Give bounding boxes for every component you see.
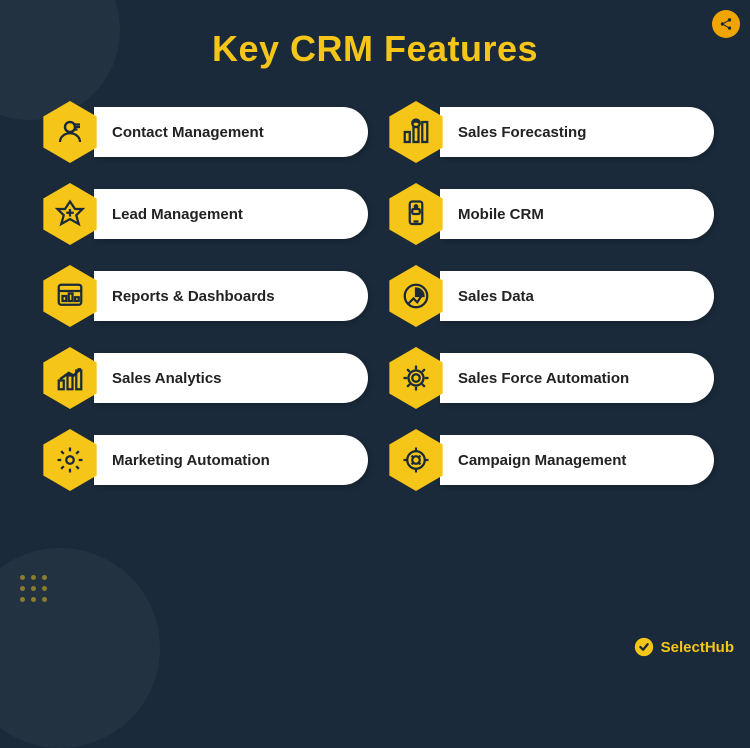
- feature-item-reports-dashboards: Reports & Dashboards: [36, 262, 368, 330]
- feature-item-sales-force-automation: Sales Force Automation: [382, 344, 714, 412]
- mobile-crm-label: Mobile CRM: [458, 206, 544, 223]
- brand-footer: SelectHub: [633, 636, 734, 658]
- reports-dashboards-icon: [36, 262, 104, 330]
- feature-item-contact-management: Contact Management: [36, 98, 368, 166]
- page-title: Key CRM Features: [0, 28, 750, 70]
- sales-forecasting-icon: [382, 98, 450, 166]
- sales-analytics-label: Sales Analytics: [112, 370, 222, 387]
- feature-item-lead-management: Lead Management: [36, 180, 368, 248]
- feature-item-campaign-management: Campaign Management: [382, 426, 714, 494]
- sales-data-icon: [382, 262, 450, 330]
- feature-item-sales-data: Sales Data: [382, 262, 714, 330]
- selecthub-logo-icon: [633, 636, 655, 658]
- lead-management-icon: [36, 180, 104, 248]
- contact-management-icon: [36, 98, 104, 166]
- sales-force-automation-icon: [382, 344, 450, 412]
- sales-force-automation-label: Sales Force Automation: [458, 370, 629, 387]
- feature-item-mobile-crm: Mobile CRM: [382, 180, 714, 248]
- contact-management-label: Contact Management: [112, 124, 264, 141]
- brand-name: SelectHub: [661, 639, 734, 656]
- feature-item-sales-analytics: Sales Analytics: [36, 344, 368, 412]
- features-grid: Contact Management Sales Forecasting: [0, 88, 750, 504]
- feature-item-sales-forecasting: Sales Forecasting: [382, 98, 714, 166]
- reports-dashboards-label: Reports & Dashboards: [112, 288, 275, 305]
- marketing-automation-label: Marketing Automation: [112, 452, 270, 469]
- dots-decoration: [20, 575, 47, 608]
- page-title-section: Key CRM Features: [0, 0, 750, 88]
- sales-analytics-icon: [36, 344, 104, 412]
- mobile-crm-icon: [382, 180, 450, 248]
- campaign-management-icon: [382, 426, 450, 494]
- sales-data-label: Sales Data: [458, 288, 534, 305]
- share-icon[interactable]: [712, 10, 740, 38]
- marketing-automation-icon: [36, 426, 104, 494]
- lead-management-label: Lead Management: [112, 206, 243, 223]
- campaign-management-label: Campaign Management: [458, 452, 626, 469]
- feature-item-marketing-automation: Marketing Automation: [36, 426, 368, 494]
- sales-forecasting-label: Sales Forecasting: [458, 124, 586, 141]
